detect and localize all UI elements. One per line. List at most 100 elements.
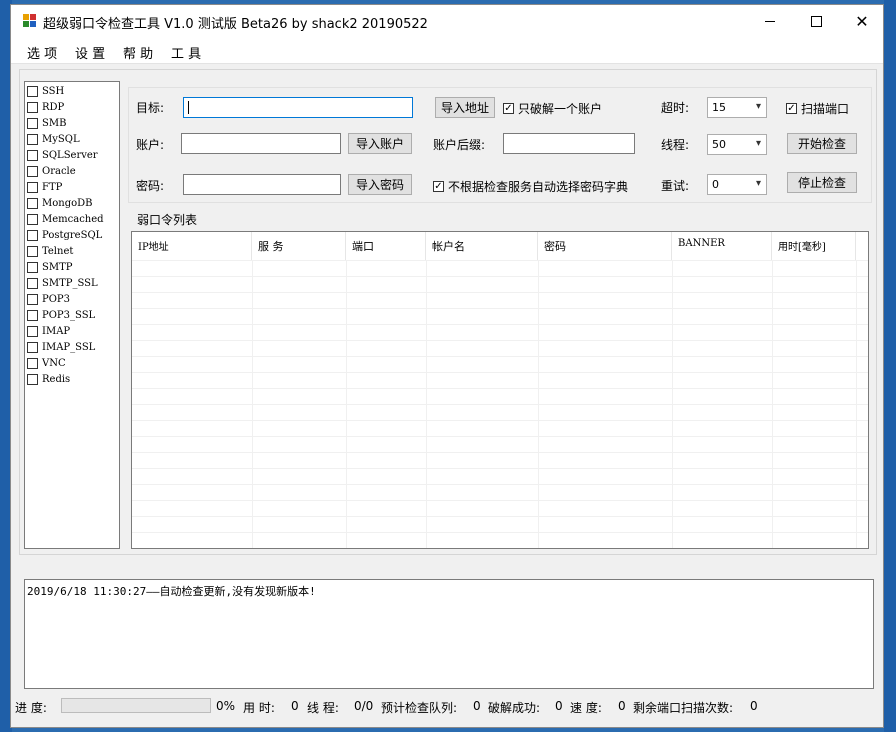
timeout-select[interactable]: 15 ▾	[707, 97, 767, 118]
maximize-icon	[810, 15, 822, 27]
service-item-mongodb[interactable]: MongoDB	[27, 195, 93, 211]
app-logo-icon	[23, 14, 37, 28]
service-list: SSH RDP SMB MySQL SQLServer Oracle FTP MongoDB M…	[24, 81, 120, 549]
service-checkbox[interactable]	[27, 357, 38, 369]
service-label: SMB	[42, 117, 67, 129]
service-checkbox[interactable]	[27, 181, 38, 193]
service-checkbox[interactable]	[27, 101, 38, 113]
threads-select[interactable]: 50 ▾	[707, 134, 767, 155]
import-account-button[interactable]: 导入账户	[348, 133, 412, 154]
service-item-sqlserver[interactable]: SQLServer	[27, 147, 98, 163]
password-input[interactable]	[183, 174, 341, 195]
menu-settings[interactable]: 设 置	[75, 43, 105, 62]
queue-value: 0	[473, 699, 481, 713]
import-password-button[interactable]: 导入密码	[348, 174, 412, 195]
scan-port-check-icon	[786, 103, 797, 114]
service-checkbox[interactable]	[27, 197, 38, 209]
service-item-ssh[interactable]: SSH	[27, 83, 64, 99]
table-column-line	[252, 260, 253, 548]
service-checkbox[interactable]	[27, 85, 38, 97]
no-auto-dict-checkbox[interactable]: 不根据检查服务自动选择密码字典	[433, 178, 628, 195]
column-header-time[interactable]: 用时[毫秒]	[772, 232, 856, 260]
minimize-button[interactable]	[747, 5, 793, 37]
service-item-pop3[interactable]: POP3	[27, 291, 70, 307]
account-suffix-input[interactable]	[503, 133, 635, 154]
close-button[interactable]: ✕	[839, 5, 885, 37]
log-output[interactable]: 2019/6/18 11:30:27——自动检查更新,没有发现新版本!	[24, 579, 874, 689]
title-bar[interactable]: 超级弱口令检查工具 V1.0 测试版 Beta26 by shack2 2019…	[11, 5, 883, 37]
service-checkbox[interactable]	[27, 229, 38, 241]
retry-select[interactable]: 0 ▾	[707, 174, 767, 195]
service-label: Telnet	[42, 245, 74, 257]
app-window: 超级弱口令检查工具 V1.0 测试版 Beta26 by shack2 2019…	[10, 4, 884, 728]
column-header-username[interactable]: 帐户名	[426, 232, 538, 260]
results-table[interactable]: IP地址 服 务 端口 帐户名 密码 BANNER 用时[毫秒]	[131, 231, 869, 549]
service-item-pop3_ssl[interactable]: POP3_SSL	[27, 307, 95, 323]
text-caret	[188, 101, 189, 114]
service-item-smb[interactable]: SMB	[27, 115, 66, 131]
service-checkbox[interactable]	[27, 341, 38, 353]
service-item-smtp_ssl[interactable]: SMTP_SSL	[27, 275, 98, 291]
service-checkbox[interactable]	[27, 293, 38, 305]
menu-options[interactable]: 选 项	[27, 43, 57, 62]
service-item-memcached[interactable]: Memcached	[27, 211, 104, 227]
target-label: 目标:	[136, 101, 165, 115]
service-checkbox[interactable]	[27, 213, 38, 225]
service-item-imap[interactable]: IMAP	[27, 323, 70, 339]
account-input[interactable]	[181, 133, 341, 154]
import-address-button[interactable]: 导入地址	[435, 97, 495, 118]
threads-label: 线程:	[661, 138, 690, 152]
column-header-password[interactable]: 密码	[538, 232, 672, 260]
service-item-smtp[interactable]: SMTP	[27, 259, 73, 275]
service-item-ftp[interactable]: FTP	[27, 179, 62, 195]
service-checkbox[interactable]	[27, 325, 38, 337]
only-one-account-checkbox[interactable]: 只破解一个账户	[503, 100, 602, 117]
time-value: 0	[291, 699, 299, 713]
table-gridline	[132, 292, 868, 293]
chevron-down-icon: ▾	[755, 101, 761, 112]
service-item-telnet[interactable]: Telnet	[27, 243, 73, 259]
column-header-port[interactable]: 端口	[346, 232, 426, 260]
service-checkbox[interactable]	[27, 165, 38, 177]
target-input[interactable]	[183, 97, 413, 118]
start-check-button[interactable]: 开始检查	[787, 133, 857, 154]
scan-port-checkbox[interactable]: 扫描端口	[786, 100, 849, 117]
service-checkbox[interactable]	[27, 117, 38, 129]
retry-label: 重试:	[661, 179, 690, 193]
column-header-service[interactable]: 服 务	[252, 232, 346, 260]
menu-tools[interactable]: 工 具	[171, 43, 201, 62]
table-gridline	[132, 516, 868, 517]
service-item-vnc[interactable]: VNC	[27, 355, 66, 371]
service-item-mysql[interactable]: MySQL	[27, 131, 80, 147]
maximize-button[interactable]	[793, 5, 839, 37]
service-checkbox[interactable]	[27, 133, 38, 145]
service-checkbox[interactable]	[27, 277, 38, 289]
speed-value: 0	[618, 699, 626, 713]
column-header-banner[interactable]: BANNER	[672, 232, 772, 260]
chevron-down-icon: ▾	[755, 178, 761, 189]
menu-help[interactable]: 帮 助	[123, 43, 153, 62]
password-label: 密码:	[136, 179, 165, 193]
service-label: POP3_SSL	[42, 309, 96, 321]
column-header-ip[interactable]: IP地址	[132, 232, 252, 260]
service-label: IMAP_SSL	[42, 341, 96, 353]
table-gridline	[132, 452, 868, 453]
only-one-account-check-icon	[503, 103, 514, 114]
stop-check-button[interactable]: 停止检查	[787, 172, 857, 193]
service-item-oracle[interactable]: Oracle	[27, 163, 76, 179]
service-item-rdp[interactable]: RDP	[27, 99, 64, 115]
service-checkbox[interactable]	[27, 261, 38, 273]
service-item-redis[interactable]: Redis	[27, 371, 70, 387]
service-checkbox[interactable]	[27, 309, 38, 321]
table-column-line	[426, 260, 427, 548]
service-item-postgresql[interactable]: PostgreSQL	[27, 227, 102, 243]
table-column-line	[772, 260, 773, 548]
service-label: Memcached	[42, 213, 104, 225]
service-item-imap_ssl[interactable]: IMAP_SSL	[27, 339, 95, 355]
service-checkbox[interactable]	[27, 149, 38, 161]
service-checkbox[interactable]	[27, 373, 38, 385]
table-gridline	[132, 260, 868, 261]
progress-bar	[61, 698, 211, 713]
service-checkbox[interactable]	[27, 245, 38, 257]
table-gridline	[132, 532, 868, 533]
